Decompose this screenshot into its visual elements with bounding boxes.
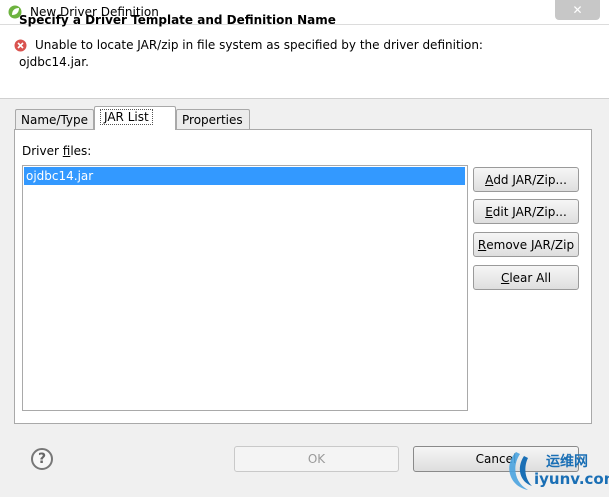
watermark-domain: iyunv.com: [534, 470, 609, 488]
help-button[interactable]: ?: [31, 448, 53, 470]
remove-jar-button[interactable]: Remove JAR/Zip: [473, 232, 579, 257]
dialog-header: [0, 25, 609, 99]
help-icon: ?: [37, 451, 47, 467]
edit-jar-button[interactable]: Edit JAR/Zip...: [473, 199, 579, 224]
ok-button[interactable]: OK: [234, 446, 399, 472]
error-icon: [14, 39, 27, 52]
clear-all-button[interactable]: Clear All: [473, 265, 579, 290]
list-item[interactable]: ojdbc14.jar: [24, 167, 465, 185]
close-icon: ✕: [572, 3, 583, 17]
driver-files-label: Driver files:: [22, 144, 92, 158]
tab-properties[interactable]: Properties: [176, 109, 250, 129]
watermark-text: 运维网: [546, 454, 588, 470]
error-message-continued: ojdbc14.jar.: [19, 55, 89, 69]
tab-name-type[interactable]: Name/Type: [15, 109, 94, 129]
close-button[interactable]: ✕: [555, 0, 600, 20]
tab-jar-list-label: JAR List: [100, 109, 153, 125]
tab-jar-list[interactable]: JAR List: [94, 106, 176, 130]
driver-files-list[interactable]: [22, 165, 468, 411]
header-title: Specify a Driver Template and Definition…: [19, 13, 336, 27]
error-message: Unable to locate JAR/zip in file system …: [35, 38, 483, 52]
add-jar-button[interactable]: Add JAR/Zip...: [473, 167, 579, 192]
